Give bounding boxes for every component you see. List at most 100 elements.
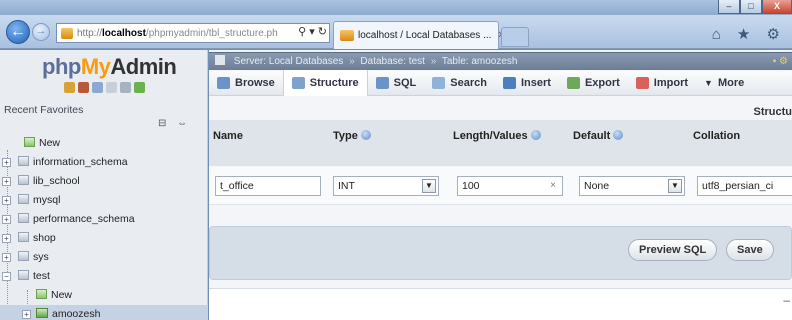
address-actions-icon[interactable]: ⚲ ▾ ↻: [295, 25, 327, 38]
breadcrumb-separator: »: [430, 56, 437, 67]
window-titlebar: – □ X: [0, 0, 792, 15]
tree-item-label: mysql: [33, 194, 61, 206]
reload-icon[interactable]: [134, 82, 145, 93]
back-arrow-icon: ←: [10, 23, 26, 40]
recent-tab[interactable]: Recent: [4, 104, 37, 116]
field-name-input[interactable]: t_office: [215, 176, 321, 196]
collapse-icon[interactable]: −: [2, 272, 11, 281]
expand-icon[interactable]: +: [2, 234, 11, 243]
docs-icon[interactable]: [106, 82, 117, 93]
favorites-tab[interactable]: Favorites: [40, 104, 83, 116]
browser-tab[interactable]: localhost / Local Databases ... ✕: [333, 21, 506, 49]
header-length-values: Length/Values: [453, 130, 541, 142]
tab-search[interactable]: Search: [424, 71, 495, 96]
expand-icon[interactable]: +: [2, 196, 11, 205]
breadcrumb-table[interactable]: Table: amoozesh: [442, 56, 518, 67]
preview-sql-button[interactable]: Preview SQL: [628, 239, 718, 261]
save-button[interactable]: Save: [726, 239, 774, 261]
tab-import[interactable]: Import: [628, 71, 696, 96]
forward-button[interactable]: →: [32, 23, 50, 41]
collapse-nav-icon[interactable]: [215, 55, 225, 65]
chevron-down-icon: ▼: [422, 179, 436, 193]
tab-sql[interactable]: SQL: [368, 71, 425, 96]
main-content: Server: Local Databases » Database: test…: [209, 50, 792, 320]
expand-icon[interactable]: +: [2, 177, 11, 186]
tab-label: Insert: [520, 77, 551, 89]
expand-icon[interactable]: +: [2, 215, 11, 224]
field-type-select[interactable]: INT ▼: [333, 176, 439, 196]
logo-admin-text: Admin: [110, 54, 177, 79]
database-icon: [18, 270, 29, 280]
tab-label: Import: [653, 77, 689, 89]
browser-toolbar-icons[interactable]: ⌂ ★ ⚙: [712, 25, 786, 43]
window-controls: – □ X: [718, 0, 792, 15]
help-icon[interactable]: [613, 130, 624, 140]
settings-icon[interactable]: [120, 82, 131, 93]
db-item-sys[interactable]: + sys: [0, 248, 208, 267]
field-default-value: None: [584, 180, 610, 192]
expand-icon[interactable]: +: [2, 158, 11, 167]
navigation-panel: phpMyAdmin Recent Favorites ⊟ ⇔ New + in…: [0, 50, 208, 320]
new-tab-button[interactable]: [501, 27, 529, 47]
tab-browse[interactable]: Browse: [209, 71, 283, 96]
expand-icon[interactable]: +: [2, 253, 11, 262]
db-item-test[interactable]: − test: [0, 267, 208, 286]
header-label: Length/Values: [453, 130, 528, 142]
tab-label: Search: [450, 77, 487, 89]
tree-item-label: performance_schema: [33, 213, 135, 225]
tab-label: SQL: [393, 77, 417, 89]
breadcrumb-database[interactable]: Database: test: [360, 56, 424, 67]
header-label: Type: [333, 130, 358, 142]
field-collation-select[interactable]: utf8_persian_ci: [697, 176, 792, 196]
collapse-link-icons[interactable]: ⊟ ⇔: [158, 118, 191, 129]
breadcrumb: Server: Local Databases » Database: test…: [209, 52, 792, 70]
db-item-performance-schema[interactable]: + performance_schema: [0, 210, 208, 229]
database-icon: [18, 194, 29, 204]
field-row: t_office INT ▼ 100 × None ▼ utf8_persian…: [209, 167, 792, 205]
db-item-shop[interactable]: + shop: [0, 229, 208, 248]
tab-insert[interactable]: Insert: [495, 71, 559, 96]
db-item-information-schema[interactable]: + information_schema: [0, 153, 208, 172]
address-bar[interactable]: http:// localhost /phpmyadmin/tbl_struct…: [56, 23, 330, 43]
home-icon[interactable]: [64, 82, 75, 93]
help-icon[interactable]: [530, 130, 541, 140]
database-icon: [18, 251, 29, 261]
quick-links: [64, 82, 145, 93]
structure-heading: Structu: [753, 106, 792, 118]
help-icon[interactable]: [360, 130, 371, 140]
expand-icon[interactable]: +: [22, 310, 31, 319]
query-window-icon[interactable]: [92, 82, 103, 93]
phpmyadmin-logo[interactable]: phpMyAdmin: [42, 54, 177, 80]
field-type-value: INT: [338, 180, 355, 192]
database-icon: [18, 156, 29, 166]
clear-icon[interactable]: ×: [550, 177, 556, 195]
minimize-button[interactable]: –: [718, 0, 740, 14]
database-icon: [18, 175, 29, 185]
tab-more[interactable]: ▼ More: [696, 71, 752, 96]
back-button[interactable]: ←: [6, 20, 30, 44]
new-table-icon: [36, 289, 47, 299]
new-table-item[interactable]: New: [0, 286, 208, 305]
logout-icon[interactable]: [78, 82, 89, 93]
tab-export[interactable]: Export: [559, 71, 628, 96]
maximize-button[interactable]: □: [740, 0, 762, 14]
header-label: Name: [213, 130, 243, 142]
new-database-item[interactable]: New: [0, 134, 208, 153]
db-item-lib-school[interactable]: + lib_school: [0, 172, 208, 191]
field-default-select[interactable]: None ▼: [579, 176, 685, 196]
tab-structure[interactable]: Structure: [282, 70, 368, 96]
breadcrumb-server[interactable]: Server: Local Databases: [234, 56, 344, 67]
table-item-amoozesh[interactable]: + amoozesh: [0, 305, 208, 320]
breadcrumb-settings-icon[interactable]: ▪ ⚙: [773, 53, 788, 70]
field-length-input[interactable]: 100 ×: [457, 176, 563, 196]
close-button[interactable]: X: [762, 0, 792, 14]
new-db-icon: [24, 137, 35, 147]
chevron-down-icon: ▼: [668, 179, 682, 193]
header-type: Type: [333, 130, 371, 142]
address-protocol: http://: [77, 27, 103, 39]
sql-icon: [375, 77, 389, 89]
db-item-mysql[interactable]: + mysql: [0, 191, 208, 210]
scroll-indicator[interactable]: –: [783, 293, 790, 307]
tree-item-label: shop: [33, 232, 56, 244]
header-name: Name: [213, 130, 243, 142]
